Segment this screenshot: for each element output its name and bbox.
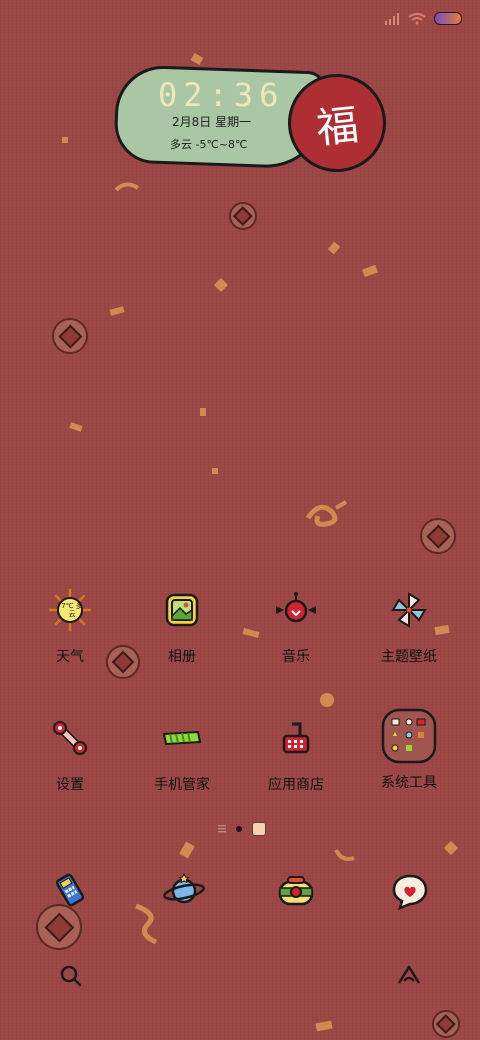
confetti <box>213 277 229 293</box>
app-gallery[interactable]: 相册 <box>132 586 232 666</box>
app-label: 应用商店 <box>268 777 324 793</box>
app-music[interactable]: 音乐 <box>246 586 346 666</box>
confetti <box>362 264 378 278</box>
confetti <box>62 137 68 143</box>
store-bag-icon <box>272 714 320 762</box>
wifi-icon <box>408 12 426 24</box>
ribbon-decoration <box>334 849 355 861</box>
assistant-icon[interactable] <box>396 963 422 989</box>
page-dot <box>236 826 242 832</box>
gallery-icon <box>158 586 206 634</box>
confetti <box>212 468 218 474</box>
battery-icon <box>434 12 462 25</box>
app-label: 天气 <box>56 649 84 665</box>
tools-folder-icon <box>381 708 437 764</box>
app-system-tools[interactable]: 系统工具 <box>359 708 459 792</box>
confetti <box>320 693 334 707</box>
wrench-icon <box>46 714 94 762</box>
app-label: 设置 <box>56 777 84 793</box>
weather-icon-text: 7℃ 多云 <box>61 602 83 618</box>
app-label: 手机管家 <box>154 777 210 793</box>
confetti <box>109 306 125 316</box>
pinwheel-icon <box>385 586 433 634</box>
app-themes[interactable]: 主题壁纸 <box>359 586 459 666</box>
coin-decoration <box>432 1010 460 1038</box>
clock-time: 02:36 <box>158 76 285 114</box>
confetti <box>190 53 204 65</box>
ribbon-decoration <box>305 500 348 527</box>
phone-manager-icon <box>158 714 206 762</box>
app-store[interactable]: 应用商店 <box>246 714 346 794</box>
ribbon-decoration <box>114 182 140 192</box>
coin-decoration <box>420 518 456 554</box>
confetti <box>443 840 459 856</box>
camera-icon[interactable] <box>272 866 320 914</box>
clock-weather: 多云 -5℃~8℃ <box>170 138 248 151</box>
confetti <box>179 841 195 859</box>
browser-planet-icon[interactable] <box>160 866 208 914</box>
coin-decoration <box>52 318 88 354</box>
coin-decoration <box>229 202 257 230</box>
search-icon[interactable] <box>58 963 84 989</box>
clock-date: 2月8日 星期一 <box>172 115 252 129</box>
phone-icon[interactable] <box>46 866 94 914</box>
menu-icon <box>218 825 226 833</box>
confetti <box>327 241 341 255</box>
ribbon-decoration <box>135 903 158 945</box>
status-bar <box>384 12 462 25</box>
page-indicator[interactable] <box>218 822 266 836</box>
app-settings[interactable]: 设置 <box>20 714 120 794</box>
app-phone-manager[interactable]: 手机管家 <box>132 714 232 794</box>
app-label: 系统工具 <box>381 775 437 791</box>
app-weather[interactable]: 天气 <box>20 586 120 666</box>
signal-icon <box>385 12 399 25</box>
app-label: 音乐 <box>282 649 310 665</box>
confetti <box>69 422 83 432</box>
app-label: 主题壁纸 <box>381 649 437 665</box>
messages-heart-icon[interactable] <box>386 866 434 914</box>
page-current-icon <box>252 822 266 836</box>
app-label: 相册 <box>168 649 196 665</box>
music-icon <box>272 586 320 634</box>
confetti <box>315 1020 333 1032</box>
confetti <box>200 408 206 416</box>
